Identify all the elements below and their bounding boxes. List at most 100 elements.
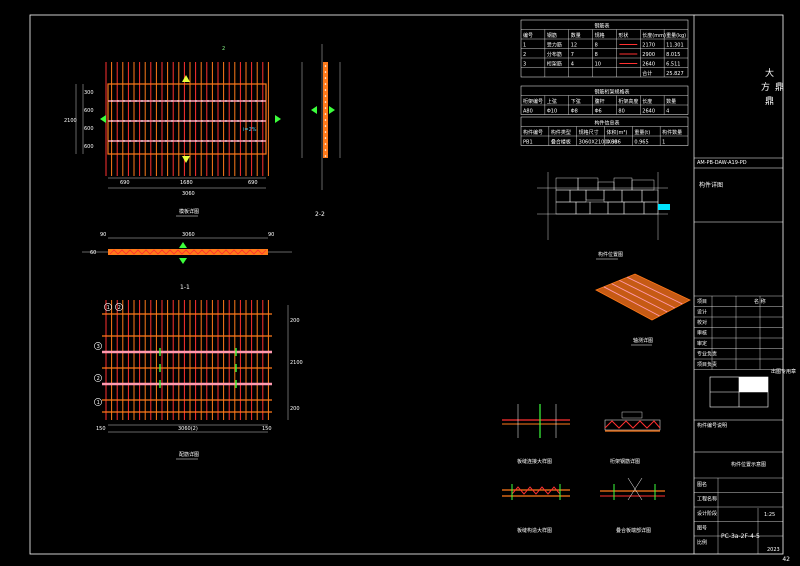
key-plan-highlight [658, 204, 670, 210]
stamp-label: 出图专用章 [771, 368, 796, 375]
rebar-table-cell: 3 [523, 62, 526, 68]
sig-row-label: 审核 [697, 330, 707, 337]
rebar-table-cell: 2640 [642, 62, 655, 68]
slope-note: i=2% [243, 127, 257, 133]
component-table-cell: 1 [662, 140, 665, 146]
rebar-table-cell: 8.015 [666, 52, 680, 58]
rebar-h2: 200 [290, 406, 300, 412]
truss-table-header: 桁架编号 [523, 98, 543, 105]
truss-table-title: 钢筋桁架规格表 [595, 89, 630, 96]
plan-right-seg: 690 [248, 180, 258, 186]
component-table-header: 体积(m³) [607, 129, 628, 136]
rebar-table-header: 编号 [523, 32, 533, 39]
drawing-number: PC-3a-2F-4-5 [721, 533, 760, 540]
sig-row-value: 名 称 [754, 298, 766, 305]
sec11-thickness: 60 [90, 250, 96, 256]
plan-view-caption: 模板详图 [179, 208, 199, 215]
rebar-table-cell: 2170 [642, 43, 655, 49]
svg-text:2: 2 [222, 46, 225, 52]
truss-table-cell: Φ8 [571, 109, 578, 115]
detail-4-caption: 叠合板端部详图 [616, 527, 651, 534]
key-plan-caption: 构件位置图 [598, 251, 623, 258]
plan-left-seg: 690 [120, 180, 130, 186]
rebar-total: 3060(2) [178, 426, 198, 432]
plan-height: 2100 [64, 118, 77, 124]
iso-view-caption: 轴测详图 [633, 337, 653, 344]
plan-h-b: 600 [84, 108, 94, 114]
component-table-title: 构件信息表 [595, 120, 620, 127]
project-label: AM-PB-DAW-A19-PD [697, 160, 747, 166]
rebar-marker-label: 3 [97, 344, 100, 350]
brand-char-4: 鼎 [775, 82, 784, 93]
truss-table-cell: 2640 [642, 109, 655, 115]
rebar-table-cell: 12 [571, 43, 577, 49]
rebar-table-header: 钢筋 [547, 32, 557, 39]
rebar-table-header: 长度(mm) [642, 32, 666, 39]
rebar-marker-label: 1 [107, 305, 110, 311]
title-row-label: 图名 [697, 481, 707, 488]
rebar-table-cell: 11.301 [666, 43, 684, 49]
component-table-cell: 0.965 [634, 140, 648, 146]
drawing-scale: 1:25 [764, 512, 775, 518]
truss-table-cell: Φ6 [595, 109, 602, 115]
rebar-marker-label: 1 [97, 400, 100, 406]
rebar-table-header: 重量(kg) [666, 32, 686, 39]
rebar-table-cell: 桁架筋 [547, 61, 562, 68]
detail-3-caption: 板缝构造大样图 [517, 527, 552, 534]
rebar-table-cell: 25.827 [666, 71, 684, 77]
truss-table-header: 桁架高度 [618, 98, 638, 105]
rebar-table-header: 数量 [571, 32, 581, 39]
rebar-table-header: 形状 [618, 32, 628, 39]
sig-row-label: 项目 [697, 299, 707, 305]
plan-h-c: 600 [84, 126, 94, 132]
sig-row-label: 校对 [697, 319, 707, 326]
cad-drawing-canvas: 大 方 鼎 鼎 AM-PB-DAW-A19-PD 构件详图 项目 名 称设计校对审… [0, 0, 800, 566]
sig-row-label: 审定 [697, 340, 707, 347]
truss-table-header: 下弦 [571, 98, 581, 105]
rebar-table-cell: 合计 [642, 70, 652, 77]
rebar-table-cell: 7 [571, 52, 574, 58]
rebar-height: 2100 [290, 360, 303, 366]
truss-table-cell: Φ10 [547, 109, 557, 115]
drawing-year: 2023 [767, 547, 780, 553]
rebar-left: 150 [96, 426, 106, 432]
component-table-header: 构件类型 [551, 129, 571, 136]
component-table-cell: 0.386 [607, 140, 621, 146]
rebar-view-caption: 配筋详图 [179, 451, 199, 458]
brand-char-2: 方 [761, 81, 770, 93]
section-22-caption: 2-2 [315, 211, 325, 218]
sig-row-label: 项目负责 [697, 361, 717, 368]
rebar-table-cell: 8 [595, 52, 598, 58]
component-table-header: 规格尺寸 [579, 129, 599, 136]
truss-table-header: 长度 [642, 98, 652, 105]
rebar-table-cell: 6.511 [666, 62, 680, 68]
rebar-table-cell: 2900 [642, 52, 655, 58]
section-11-caption: 1-1 [180, 284, 190, 291]
rebar-table-cell: 受力筋 [547, 42, 562, 49]
truss-table-cell: 80 [618, 109, 624, 115]
detail-2-caption: 桁架钢筋详图 [610, 458, 640, 465]
brand-char-3: 鼎 [765, 96, 774, 107]
truss-table-cell: A80 [523, 109, 533, 115]
rebar-table-cell: 1 [523, 43, 526, 49]
detail-1-caption: 板缝连接大样图 [517, 458, 552, 465]
sec11-left: 90 [100, 232, 106, 238]
component-table-cell: PB1 [523, 140, 533, 146]
rebar-marker-label: 2 [118, 305, 121, 311]
plan-mid-seg: 1680 [180, 180, 193, 186]
sec11-right: 90 [268, 232, 274, 238]
plan-h-a: 300 [84, 90, 94, 96]
truss-table-header: 数量 [666, 98, 676, 105]
sec11-width: 3060 [182, 232, 195, 238]
small-note: 构件编号说明 [697, 422, 727, 429]
sig-row-label: 设计 [697, 309, 707, 316]
rebar-table-cell: 10 [595, 62, 601, 68]
rebar-marker-label: 2 [97, 376, 100, 382]
brand-char-1: 大 [765, 67, 774, 79]
component-table-header: 构件数量 [662, 129, 682, 136]
key-plan-note: 构件位置示意图 [731, 461, 766, 468]
rebar-table-title: 钢筋表 [595, 23, 610, 30]
sig-row-label: 专业负责 [697, 351, 717, 358]
plan-total-width: 3060 [182, 191, 195, 197]
truss-table-header: 上弦 [547, 98, 557, 105]
